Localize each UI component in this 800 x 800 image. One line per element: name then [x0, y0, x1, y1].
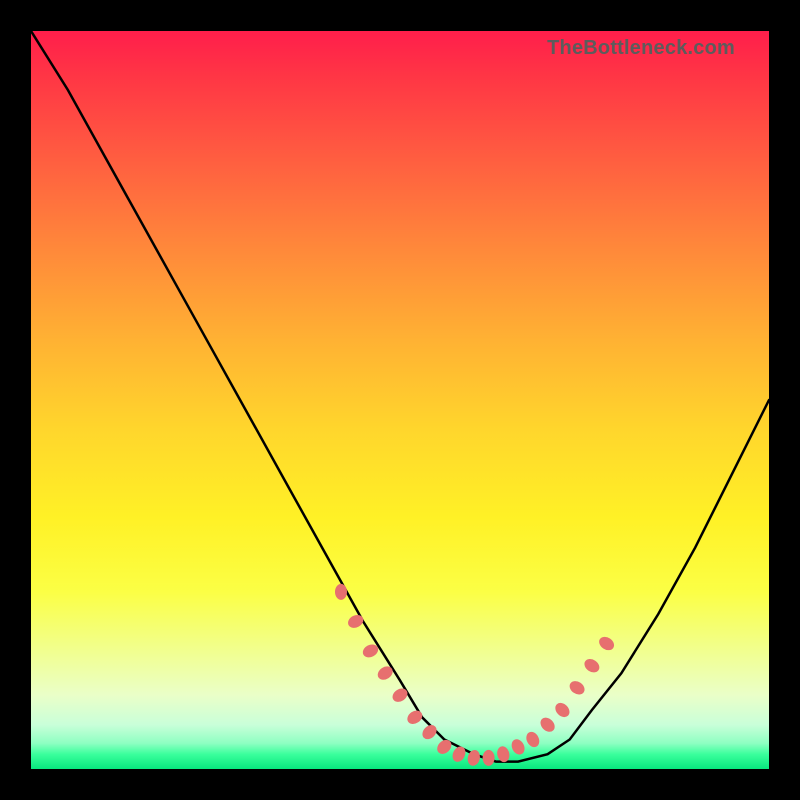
highlight-marker	[346, 612, 366, 630]
highlight-marker	[582, 656, 602, 675]
highlight-marker	[597, 634, 617, 653]
highlight-marker	[524, 730, 542, 750]
bottleneck-curve	[31, 31, 769, 762]
chart-plot-area: TheBottleneck.com	[31, 31, 769, 769]
highlight-marker	[335, 584, 347, 600]
highlight-marker	[450, 744, 468, 764]
highlight-marker	[390, 686, 410, 705]
highlight-marker	[405, 708, 425, 727]
curve-svg	[31, 31, 769, 769]
highlight-marker	[567, 678, 587, 697]
highlight-marker	[553, 700, 573, 720]
highlight-marker	[509, 737, 527, 757]
highlight-marker	[538, 715, 558, 735]
highlight-marker	[483, 750, 495, 766]
